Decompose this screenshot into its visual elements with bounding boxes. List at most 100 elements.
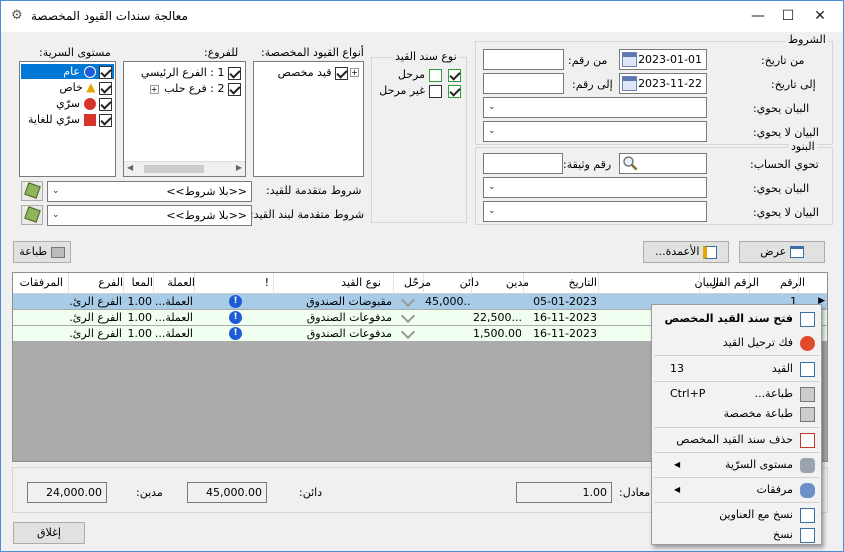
posted-indicator xyxy=(428,68,442,82)
scroll-left-icon[interactable]: ◀ xyxy=(127,163,133,172)
to-number-input[interactable] xyxy=(483,73,564,94)
horizontal-scrollbar[interactable]: ◀ ▶ xyxy=(124,161,245,176)
cell-rate: 1.00 xyxy=(127,327,153,340)
menu-item-print[interactable]: طباعة... Ctrl+P xyxy=(654,383,819,405)
search-icon[interactable] xyxy=(622,155,638,171)
list-item[interactable]: 2 : فرع حلب + xyxy=(149,81,241,96)
column-header[interactable]: دائن xyxy=(460,276,479,289)
columns-button[interactable]: الأعمدة... xyxy=(643,241,729,263)
entry-types-list[interactable]: + قيد مخصص xyxy=(253,61,364,177)
view-icon xyxy=(789,246,804,258)
branches-list[interactable]: 1 : الفرع الرئيسي 2 : فرع حلب + ◀ ▶ xyxy=(123,61,246,177)
menu-item-secrecy[interactable]: مستوى السرّية ◀ xyxy=(654,454,819,476)
expand-icon[interactable]: + xyxy=(350,68,359,77)
list-item[interactable]: ▲ خاص xyxy=(59,80,114,95)
menu-item-open[interactable]: فتح سند القيد المخصص xyxy=(654,308,819,330)
print-button[interactable]: طباعة xyxy=(13,241,71,263)
list-item[interactable]: سرّي للغاية xyxy=(28,112,114,127)
from-number-input[interactable] xyxy=(483,49,564,70)
submenu-arrow-icon: ◀ xyxy=(674,460,681,469)
chevron-down-icon: ⌄ xyxy=(488,182,496,192)
equiv-total: 1.00 xyxy=(516,482,612,503)
column-header[interactable]: البيان xyxy=(695,276,719,289)
column-header[interactable]: نوع القيد xyxy=(341,276,381,289)
secrecy-checkbox[interactable] xyxy=(99,65,112,79)
cell-date: 16-11-2023 xyxy=(533,311,597,324)
close-button[interactable]: ✕ xyxy=(805,5,835,27)
column-header[interactable]: مرحّل xyxy=(404,276,431,289)
items-desc-contains-dropdown[interactable]: ⌄ xyxy=(483,177,707,198)
posted-checkbox[interactable] xyxy=(448,68,461,82)
list-item[interactable]: سرّي xyxy=(56,96,114,111)
entry-type-checkbox[interactable] xyxy=(335,66,348,80)
secrecy-checkbox[interactable] xyxy=(99,81,112,95)
from-date-input[interactable]: 2023-01-01 xyxy=(619,49,707,70)
list-item[interactable]: 1 : الفرع الرئيسي xyxy=(141,65,241,80)
menu-item-unpost[interactable]: فك ترحيل القيد xyxy=(654,332,819,354)
column-header[interactable]: مدين xyxy=(506,276,529,289)
unposted-indicator xyxy=(428,84,442,98)
menu-item-copy[interactable]: نسخ xyxy=(654,524,819,546)
list-item[interactable]: عام xyxy=(21,64,114,79)
menu-item-custom-print[interactable]: طباعة مخصصة xyxy=(654,403,819,425)
advanced-item-button[interactable] xyxy=(21,205,43,225)
branch-checkbox[interactable] xyxy=(228,82,241,96)
items-legend: البنود xyxy=(789,140,817,153)
cell-type: مدفوعات الصندوق xyxy=(306,311,392,324)
column-header[interactable]: الفرع xyxy=(98,276,123,289)
list-item[interactable]: + قيد مخصص xyxy=(278,65,359,80)
column-header[interactable]: المرفقات xyxy=(20,276,63,289)
unposted-checkbox[interactable] xyxy=(448,84,461,98)
cell-branch: الفرع الرئ... xyxy=(69,295,122,308)
view-button[interactable]: عرض xyxy=(739,241,825,263)
cell-posted xyxy=(394,310,422,325)
advanced-entry-button[interactable] xyxy=(21,181,43,201)
cell-posted xyxy=(394,326,422,341)
desc-contains-label: البيان يحوي: xyxy=(753,102,810,115)
column-header[interactable]: الرقم الفر xyxy=(712,276,759,289)
column-header[interactable]: العملة xyxy=(167,276,195,289)
cell-branch: الفرع الرئ... xyxy=(69,311,122,324)
calendar-icon[interactable] xyxy=(622,76,637,91)
menu-item-entry[interactable]: القيد 13 xyxy=(654,358,819,380)
column-header[interactable]: الرقم xyxy=(780,276,805,289)
desc-contains-dropdown[interactable]: ⌄ xyxy=(483,97,707,118)
scroll-thumb[interactable] xyxy=(144,165,204,173)
to-date-input[interactable]: 2023-11-22 xyxy=(619,73,707,94)
secrecy-checkbox[interactable] xyxy=(99,97,112,111)
cell-debit: 22,500... xyxy=(473,311,521,324)
voucher-type-legend: نوع سند القيد xyxy=(393,50,459,63)
cell-date: 05-01-2023 xyxy=(533,295,597,308)
doc-number-label: رقم وثيقة: xyxy=(563,158,612,171)
column-header[interactable]: التاريخ xyxy=(568,276,597,289)
menu-item-delete[interactable]: حذف سند القيد المخصص xyxy=(654,429,819,451)
chevron-down-icon: ⌄ xyxy=(488,102,496,112)
unposted-option[interactable]: غير مرحل xyxy=(379,83,461,98)
column-header[interactable]: المعا xyxy=(132,276,153,289)
close-dialog-button[interactable]: إغلاق xyxy=(13,522,85,544)
column-header[interactable]: ! xyxy=(265,276,269,289)
scroll-right-icon[interactable]: ▶ xyxy=(236,163,242,172)
advanced-item-dropdown[interactable]: ⌄ <<بلا شروط>> xyxy=(47,205,252,226)
branch-checkbox[interactable] xyxy=(228,66,241,80)
items-desc-contains-label: البيان يحوي: xyxy=(753,182,810,195)
posted-option[interactable]: مرحل xyxy=(398,67,461,82)
expand-icon[interactable]: + xyxy=(149,85,159,94)
doc-number-input[interactable] xyxy=(483,153,563,174)
secrecy-list[interactable]: عام ▲ خاص سرّي سرّي للغاية xyxy=(19,61,116,177)
menu-item-copy-headers[interactable]: نسخ مع العناوين xyxy=(654,504,819,526)
advanced-entry-label: شروط متقدمة للقيد: xyxy=(266,184,362,197)
items-desc-not-contains-dropdown[interactable]: ⌄ xyxy=(483,201,707,222)
advanced-entry-dropdown[interactable]: ⌄ <<بلا شروط>> xyxy=(47,181,252,202)
minimize-button[interactable]: — xyxy=(743,5,773,27)
menu-item-attachments[interactable]: مرفقات ◀ xyxy=(654,479,819,501)
account-input[interactable] xyxy=(619,153,707,174)
info-icon: ! xyxy=(229,311,242,324)
cell-debit xyxy=(473,294,521,309)
secrecy-checkbox[interactable] xyxy=(99,113,112,127)
from-date-label: من تاريخ: xyxy=(761,54,805,67)
calendar-icon[interactable] xyxy=(622,52,637,67)
maximize-button[interactable]: ☐ xyxy=(773,5,803,27)
cell-rate: 1.00 xyxy=(127,311,153,324)
desc-not-contains-dropdown[interactable]: ⌄ xyxy=(483,121,707,142)
